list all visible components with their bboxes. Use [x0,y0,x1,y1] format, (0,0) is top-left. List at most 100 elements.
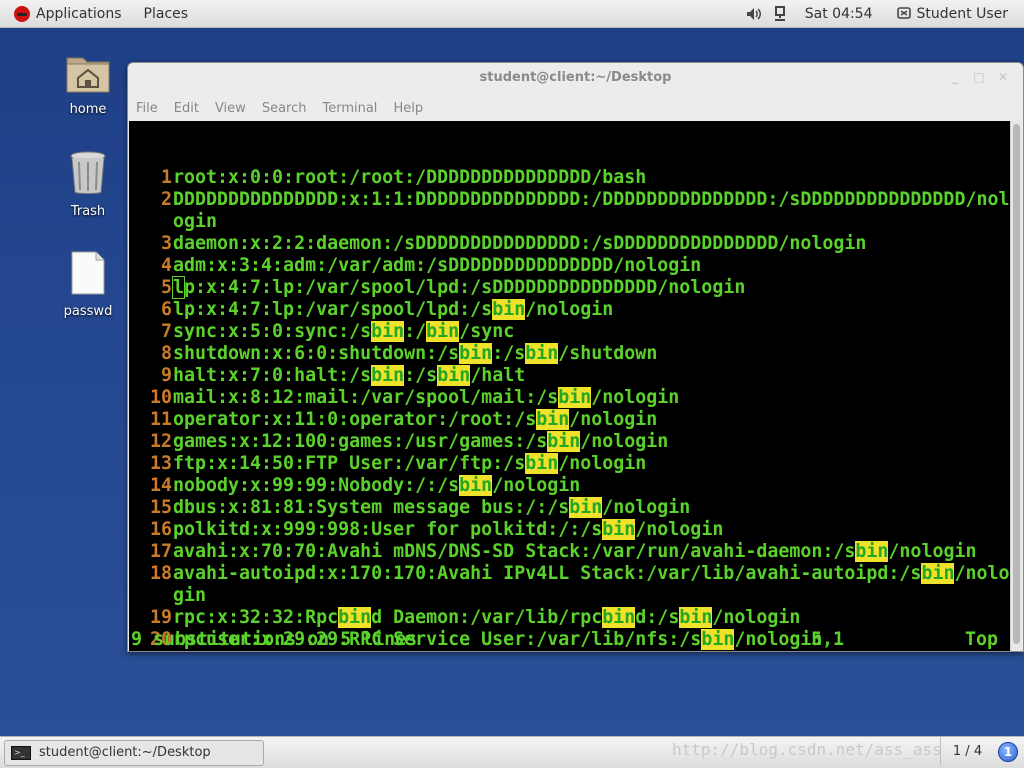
text-segment: /nologin [525,299,614,320]
line-number: 19 [149,607,172,628]
terminal-scrollbar[interactable] [1010,121,1022,651]
line-number: 3 [160,233,172,254]
vim-status-line: 9 substitutions on 5 lines 5,1 Top [129,629,1010,651]
line-text: ftp:x:14:50:FTP User:/var/ftp:/sbin/nolo… [173,453,646,475]
line-number: 5 [160,277,172,298]
line-text: games:x:12:100:games:/usr/games:/sbin/no… [173,431,668,453]
cursor-position: 5,1 [811,629,845,650]
trash-label: Trash [70,204,106,219]
terminal-line: 15 dbus:x:81:81:System message bus:/:/sbi… [129,497,1010,519]
user-menu[interactable]: Student User [917,0,1016,28]
text-segment: halt:x:7:0:halt:/s [173,365,372,386]
text-segment: dbus:x:81:81:System message bus:/:/s [173,497,570,518]
search-highlight: bin [525,343,559,364]
redhat-logo-icon [14,5,30,22]
search-highlight: bin [855,541,889,562]
terminal-line: 17 avahi:x:70:70:Avahi mDNS/DNS-SD Stack:… [129,541,1010,563]
terminal-line: 13 ftp:x:14:50:FTP User:/var/ftp:/sbin/no… [129,453,1010,475]
places-label: Places [143,5,189,22]
text-segment: :/s [492,343,526,364]
text-segment: /nolo [954,563,1010,584]
line-text: nobody:x:99:99:Nobody:/:/sbin/nologin [173,475,580,497]
search-highlight: bin [602,607,636,628]
network-icon[interactable] [771,5,789,23]
places-menu[interactable]: Places [136,0,197,28]
line-text: sync:x:5:0:sync:/sbin:/bin/sync [173,321,514,343]
desktop-icon-passwd[interactable]: passwd [48,250,128,319]
search-highlight: bin [525,453,559,474]
home-folder-icon [48,50,128,98]
menu-help[interactable]: Help [393,101,423,116]
clock[interactable]: Sat 04:54 [797,0,881,28]
applications-menu[interactable]: Applications [0,0,130,28]
menu-file[interactable]: File [136,101,158,116]
text-segment: /nologin [591,387,680,408]
line-text: daemon:x:2:2:daemon:/sDDDDDDDDDDDDDDD:/s… [173,233,866,255]
menu-edit[interactable]: Edit [174,101,199,116]
search-highlight: bin [338,607,372,628]
text-segment: p:x:4:7:lp:/var/spool/lpd:/sDDDDDDDDDDDD… [184,277,746,298]
close-icon[interactable]: ✕ [995,69,1011,85]
line-text: avahi-autoipd:x:170:170:Avahi IPv4LL Sta… [173,563,1010,585]
window-titlebar[interactable]: student@client:~/Desktop _ □ ✕ [128,63,1023,95]
terminal-line: 4 adm:x:3:4:adm:/var/adm:/sDDDDDDDDDDDDDD… [129,255,1010,277]
line-number: 11 [149,409,172,430]
window-title: student@client:~/Desktop [479,70,672,85]
line-number: 6 [160,299,172,320]
terminal-line: 6 lp:x:4:7:lp:/var/spool/lpd:/sbin/nologi… [129,299,1010,321]
terminal-window[interactable]: student@client:~/Desktop _ □ ✕ File Edit… [127,62,1024,652]
desktop-icon-home[interactable]: home [48,50,128,117]
menu-terminal[interactable]: Terminal [322,101,377,116]
text-segment: /sync [459,321,515,342]
text-segment: shutdown:x:6:0:shutdown:/s [173,343,460,364]
trash-icon [48,150,128,200]
line-text: operator:x:11:0:operator:/root:/sbin/nol… [173,409,657,431]
line-number: 9 [160,365,172,386]
text-segment: games:x:12:100:games:/usr/games:/s [173,431,548,452]
text-segment: /nologin [558,453,647,474]
terminal-lines: 1 root:x:0:0:root:/root:/DDDDDDDDDDDDDDD/… [129,167,1010,651]
menubar: File Edit View Search Terminal Help [128,95,1023,121]
text-segment: sync:x:5:0:sync:/s [173,321,372,342]
maximize-icon[interactable]: □ [971,69,987,85]
status-message: 9 substitutions on 5 lines [131,629,418,650]
terminal-line: 8 shutdown:x:6:0:shutdown:/sbin:/sbin/shu… [129,343,1010,365]
search-highlight: bin [602,519,636,540]
text-segment: gin [173,585,207,606]
desktop-icon-trash[interactable]: Trash [48,150,128,219]
text-segment: /nologin [602,497,691,518]
volume-icon[interactable] [745,5,763,23]
line-number: 2 [160,189,172,210]
line-text: ogin [173,211,217,233]
line-text: rpc:x:32:32:Rpcbind Daemon:/var/lib/rpcb… [173,607,800,629]
line-number: 4 [160,255,172,276]
passwd-label: passwd [63,304,113,319]
workspace-pager[interactable]: 1 / 4 [940,737,994,765]
line-number [129,211,173,233]
scrollbar-thumb[interactable] [1013,124,1020,644]
search-highlight: bin [492,299,526,320]
line-number: 18 [149,563,172,584]
search-highlight: bin [371,321,405,342]
text-segment: /nologin [635,519,724,540]
text-segment: operator:x:11:0:operator:/root:/s [173,409,537,430]
menu-view[interactable]: View [215,101,246,116]
minimize-icon[interactable]: _ [947,69,963,85]
text-segment: /nologin [492,475,581,496]
text-segment: lp:x:4:7:lp:/var/spool/lpd:/s [173,299,493,320]
line-text: polkitd:x:999:998:User for polkitd:/:/sb… [173,519,723,541]
search-highlight: bin [459,343,493,364]
notification-icon[interactable]: 1 [998,742,1018,762]
terminal-line: 12 games:x:12:100:games:/usr/games:/sbin/… [129,431,1010,453]
line-text: shutdown:x:6:0:shutdown:/sbin:/sbin/shut… [173,343,657,365]
line-number: 17 [149,541,172,562]
line-number: 1 [160,167,172,188]
menu-search[interactable]: Search [262,101,307,116]
taskbar-window-button[interactable]: >_ student@client:~/Desktop [4,739,264,766]
text-segment: ogin [173,211,218,232]
text-segment: mail:x:8:12:mail:/var/spool/mail:/s [173,387,559,408]
line-number: 13 [149,453,172,474]
line-number: 8 [160,343,172,364]
terminal-line: 18 avahi-autoipd:x:170:170:Avahi IPv4LL S… [129,563,1010,585]
terminal-content[interactable]: 1 root:x:0:0:root:/root:/DDDDDDDDDDDDDDD/… [129,121,1010,651]
